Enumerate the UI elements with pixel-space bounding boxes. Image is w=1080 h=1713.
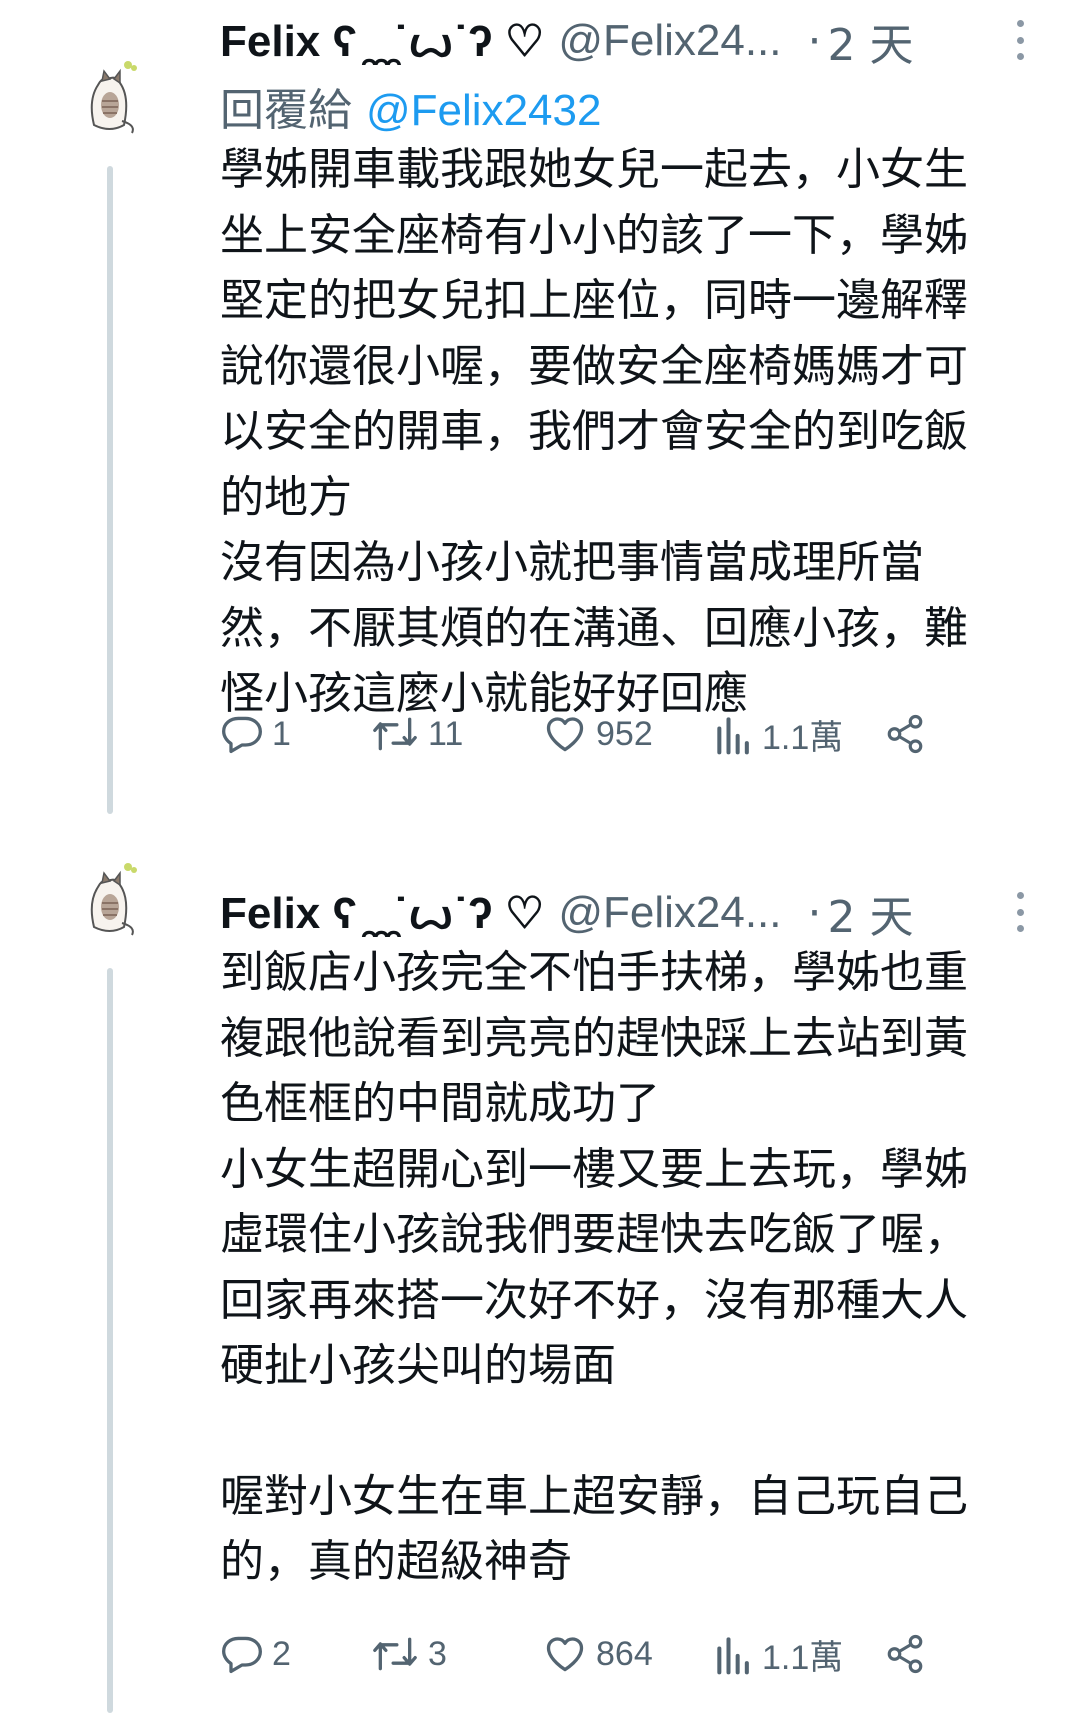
share-button[interactable] bbox=[884, 704, 926, 764]
time-separator: · bbox=[807, 887, 822, 939]
reply-mention-link[interactable]: @Felix2432 bbox=[366, 86, 601, 135]
heart-icon bbox=[546, 717, 584, 752]
retweet-icon bbox=[373, 717, 417, 751]
tweet-header: Felix ʕ ̯ ̯ ̯˙ꙍ˙ʔ ♡ @Felix24... · 2 天 bbox=[220, 6, 1020, 76]
like-count: 952 bbox=[596, 714, 653, 753]
like-button[interactable]: 864 bbox=[542, 1624, 653, 1684]
retweet-button[interactable]: 3 bbox=[370, 1624, 447, 1684]
tweet-paragraph: 沒有因為小孩小就把事情當成理所當然，不厭其煩的在溝通、回應小孩，難怪小孩這麼小就… bbox=[220, 537, 968, 719]
retweet-count: 3 bbox=[428, 1634, 447, 1673]
reply-count: 2 bbox=[272, 1634, 291, 1673]
action-bar: 2 3 864 1.1萬 bbox=[220, 1624, 1010, 1684]
share-button[interactable] bbox=[884, 1624, 926, 1684]
thread-line bbox=[107, 166, 113, 814]
views-count: 1.1萬 bbox=[762, 718, 844, 757]
reply-button[interactable]: 2 bbox=[220, 1624, 291, 1684]
tweet-paragraph: 小女生超開心到一樓又要上去玩，學姊虛環住小孩說我們要趕快去吃飯了喔，回家再來搭一… bbox=[220, 1143, 968, 1392]
like-count: 864 bbox=[596, 1634, 653, 1673]
display-name[interactable]: Felix ʕ ̯ ̯ ̯˙ꙍ˙ʔ ♡ bbox=[220, 888, 544, 939]
tweet-paragraph: 到飯店小孩完全不怕手扶梯，學姊也重複跟他說看到亮亮的趕快踩上去站到黃色框框的中間… bbox=[220, 947, 968, 1129]
avatar[interactable] bbox=[66, 857, 152, 943]
views-icon bbox=[717, 1637, 749, 1675]
avatar[interactable] bbox=[66, 55, 152, 141]
thread-line bbox=[107, 968, 113, 1713]
timestamp[interactable]: 2 天 bbox=[828, 9, 914, 73]
tweet-text: 學姊開車載我跟她女兒一起去，小女生坐上安全座椅有小小的該了一下，學姊堅定的把女兒… bbox=[220, 137, 1010, 727]
more-options-icon[interactable] bbox=[1010, 892, 1030, 932]
user-handle[interactable]: @Felix24... bbox=[558, 16, 781, 66]
tweet-paragraph: 學姊開車載我跟她女兒一起去，小女生坐上安全座椅有小小的該了一下，學姊堅定的把女兒… bbox=[220, 144, 968, 523]
like-button[interactable]: 952 bbox=[542, 704, 653, 764]
tweet-header: Felix ʕ ̯ ̯ ̯˙ꙍ˙ʔ ♡ @Felix24... · 2 天 bbox=[220, 878, 1020, 948]
retweet-button[interactable]: 11 bbox=[370, 704, 463, 764]
tweet-paragraph-spacer bbox=[220, 1399, 1010, 1464]
more-options-icon[interactable] bbox=[1010, 20, 1030, 60]
views-button[interactable]: 1.1萬 bbox=[714, 1624, 843, 1684]
reply-prefix: 回覆給 bbox=[220, 85, 352, 136]
timestamp[interactable]: 2 天 bbox=[828, 881, 914, 945]
views-icon bbox=[717, 717, 749, 755]
user-handle[interactable]: @Felix24... bbox=[558, 888, 781, 938]
time-separator: · bbox=[807, 15, 822, 67]
reply-icon bbox=[222, 1636, 262, 1674]
tweet-text: 到飯店小孩完全不怕手扶梯，學姊也重複跟他說看到亮亮的趕快踩上去站到黃色框框的中間… bbox=[220, 940, 1010, 1595]
retweet-count: 11 bbox=[428, 714, 464, 753]
retweet-icon bbox=[373, 1637, 417, 1671]
reply-context: 回覆給 @Felix2432 bbox=[220, 74, 601, 138]
reply-icon bbox=[222, 716, 262, 754]
heart-icon bbox=[546, 1637, 584, 1672]
share-icon bbox=[887, 1634, 923, 1674]
reply-button[interactable]: 1 bbox=[220, 704, 291, 764]
views-count: 1.1萬 bbox=[762, 1638, 844, 1677]
views-button[interactable]: 1.1萬 bbox=[714, 704, 843, 764]
reply-count: 1 bbox=[272, 714, 291, 753]
share-icon bbox=[887, 714, 923, 754]
action-bar: 1 11 952 1.1萬 bbox=[220, 704, 1010, 764]
tweet-paragraph: 喔對小女生在車上超安靜，自己玩自己的，真的超級神奇 bbox=[220, 1470, 968, 1588]
display-name[interactable]: Felix ʕ ̯ ̯ ̯˙ꙍ˙ʔ ♡ bbox=[220, 16, 544, 67]
